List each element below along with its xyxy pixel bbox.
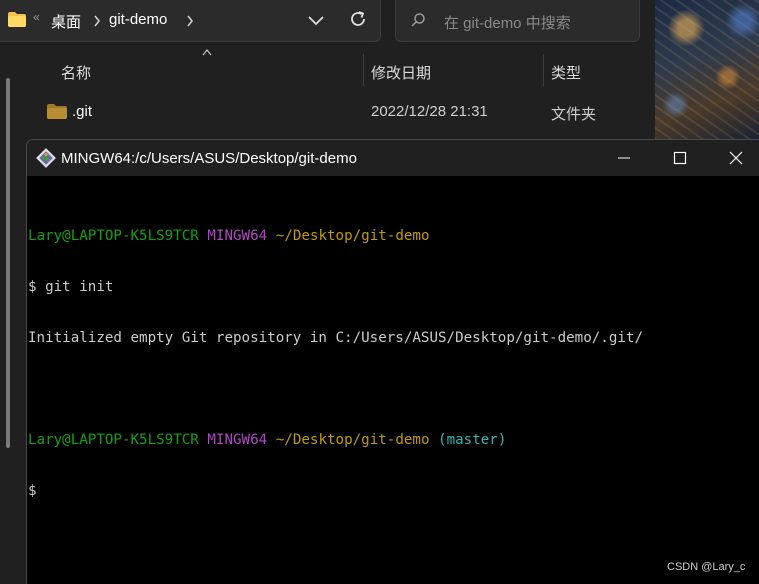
- column-type[interactable]: 类型: [551, 62, 581, 83]
- breadcrumb-overflow[interactable]: «: [33, 10, 40, 24]
- file-name: .git: [72, 103, 93, 120]
- prompt-user: Lary@LAPTOP-K5LS9TCR: [28, 432, 199, 448]
- terminal-output[interactable]: Lary@LAPTOP-K5LS9TCR MINGW64 ~/Desktop/g…: [28, 194, 738, 534]
- close-icon: [729, 151, 743, 165]
- command-line: $ git init: [28, 279, 114, 295]
- file-row[interactable]: .git 2022/12/28 21:31 文件夹: [30, 94, 655, 130]
- maximize-icon: [673, 151, 687, 165]
- command-input[interactable]: $: [28, 483, 738, 500]
- prompt-env: MINGW64: [207, 228, 268, 244]
- window-title: MINGW64:/c/Users/ASUS/Desktop/git-demo: [61, 150, 357, 167]
- sort-up-icon: [202, 48, 212, 56]
- chevron-down-icon[interactable]: [306, 10, 326, 30]
- search-icon: [411, 13, 425, 27]
- title-bar[interactable]: MINGW64:/c/Users/ASUS/Desktop/git-demo: [27, 140, 759, 176]
- search-placeholder: 在 git-demo 中搜索: [444, 15, 571, 32]
- desktop-wallpaper: [655, 0, 759, 140]
- prompt-path: ~/Desktop/git-demo: [275, 432, 430, 448]
- watermark: CSDN @Lary_c: [667, 561, 746, 573]
- column-modified[interactable]: 修改日期: [371, 62, 431, 83]
- minimize-icon: [618, 157, 630, 159]
- prompt-user: Lary@LAPTOP-K5LS9TCR: [28, 228, 199, 244]
- close-button[interactable]: [709, 140, 759, 176]
- refresh-icon[interactable]: [347, 8, 369, 30]
- scrollbar[interactable]: [6, 78, 10, 448]
- address-bar[interactable]: « 桌面 git-demo: [0, 0, 381, 42]
- prompt-path: ~/Desktop/git-demo: [275, 228, 430, 244]
- chevron-right-icon[interactable]: [186, 15, 194, 27]
- breadcrumb-git-demo[interactable]: git-demo: [109, 11, 167, 28]
- prompt-line: Lary@LAPTOP-K5LS9TCR MINGW64 ~/Desktop/g…: [28, 228, 738, 245]
- minimize-button[interactable]: [597, 140, 651, 176]
- column-divider[interactable]: [543, 54, 544, 86]
- column-header-row: 名称 修改日期 类型: [30, 48, 655, 94]
- search-input[interactable]: 在 git-demo 中搜索: [395, 0, 640, 42]
- file-modified: 2022/12/28 21:31: [371, 103, 488, 120]
- git-bash-icon: [36, 148, 56, 168]
- folder-icon: [47, 104, 67, 119]
- terminal-window[interactable]: MINGW64:/c/Users/ASUS/Desktop/git-demo L…: [26, 139, 759, 584]
- breadcrumb-desktop[interactable]: 桌面: [51, 11, 81, 32]
- maximize-button[interactable]: [653, 140, 707, 176]
- chevron-right-icon: [94, 15, 101, 27]
- git-branch: (master): [438, 432, 507, 448]
- prompt-env: MINGW64: [207, 432, 268, 448]
- column-name[interactable]: 名称: [61, 62, 91, 83]
- folder-icon: [8, 12, 26, 27]
- output-line: Initialized empty Git repository in C:/U…: [28, 330, 643, 346]
- column-divider[interactable]: [363, 54, 364, 86]
- file-type: 文件夹: [551, 106, 597, 123]
- prompt-line: Lary@LAPTOP-K5LS9TCR MINGW64 ~/Desktop/g…: [28, 432, 738, 449]
